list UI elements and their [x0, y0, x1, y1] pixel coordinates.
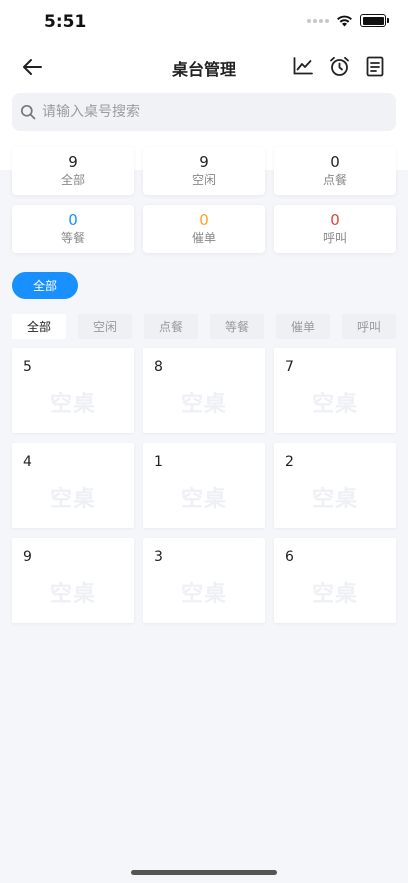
- table-status: 空桌: [311, 582, 358, 607]
- status-bar: 5:51: [0, 0, 408, 44]
- stat-label: 空闲: [191, 173, 216, 187]
- search-box[interactable]: [12, 93, 396, 131]
- table-card[interactable]: 3 空桌: [143, 538, 265, 623]
- table-card[interactable]: 1 空桌: [143, 443, 265, 528]
- stat-label: 全部: [60, 173, 85, 187]
- table-number: 1: [154, 454, 163, 470]
- table-card[interactable]: 4 空桌: [12, 443, 134, 528]
- table-status: 空桌: [311, 487, 358, 512]
- status-tabs: 全部 空闲 点餐 等餐 催单 呼叫: [12, 314, 396, 339]
- wifi-icon: [337, 15, 352, 27]
- stat-card-all[interactable]: 9 全部: [12, 147, 134, 195]
- stat-card-call[interactable]: 0 呼叫: [274, 205, 396, 253]
- stat-count: 0: [68, 211, 78, 229]
- table-status: 空桌: [311, 392, 358, 417]
- stat-label: 催单: [191, 231, 216, 245]
- stat-card-ordering[interactable]: 0 点餐: [274, 147, 396, 195]
- document-list-icon: [366, 56, 384, 76]
- table-status: 空桌: [49, 487, 96, 512]
- table-card[interactable]: 6 空桌: [274, 538, 396, 623]
- table-status: 空桌: [49, 582, 96, 607]
- area-filter-all[interactable]: 全部: [12, 272, 78, 299]
- stat-count: 9: [199, 153, 209, 171]
- table-card[interactable]: 2 空桌: [274, 443, 396, 528]
- stat-label: 点餐: [322, 173, 347, 187]
- stat-label: 等餐: [60, 231, 85, 245]
- signal-icon: [307, 18, 329, 23]
- alarm-button[interactable]: [328, 54, 350, 78]
- stat-count: 0: [330, 153, 340, 171]
- tables-grid: 5 空桌 8 空桌 7 空桌 4 空桌 1 空桌 2 空桌 9 空桌 3 空桌 …: [12, 348, 396, 623]
- tab-ordering[interactable]: 点餐: [144, 314, 198, 339]
- tab-rush[interactable]: 催单: [276, 314, 330, 339]
- nav-bar: 桌台管理: [0, 44, 408, 90]
- table-status: 空桌: [180, 582, 227, 607]
- table-number: 2: [285, 454, 294, 470]
- statistics-button[interactable]: [292, 54, 314, 78]
- status-icons: [307, 14, 389, 27]
- arrow-left-icon: [23, 59, 42, 75]
- search-input[interactable]: [42, 104, 362, 120]
- table-status: 空桌: [49, 392, 96, 417]
- search-icon: [20, 104, 36, 120]
- stat-card-idle[interactable]: 9 空闲: [143, 147, 265, 195]
- table-number: 9: [23, 549, 32, 565]
- table-number: 3: [154, 549, 163, 565]
- table-number: 7: [285, 359, 294, 375]
- table-card[interactable]: 7 空桌: [274, 348, 396, 433]
- tab-all[interactable]: 全部: [12, 314, 66, 339]
- stat-count: 0: [199, 211, 209, 229]
- nav-actions: [292, 54, 386, 78]
- stat-card-waiting[interactable]: 0 等餐: [12, 205, 134, 253]
- table-number: 6: [285, 549, 294, 565]
- battery-icon: [360, 14, 389, 27]
- back-button[interactable]: [18, 54, 46, 80]
- tab-waiting[interactable]: 等餐: [210, 314, 264, 339]
- table-card[interactable]: 9 空桌: [12, 538, 134, 623]
- table-number: 4: [23, 454, 32, 470]
- stat-card-rush[interactable]: 0 催单: [143, 205, 265, 253]
- table-number: 8: [154, 359, 163, 375]
- table-card[interactable]: 8 空桌: [143, 348, 265, 433]
- orders-button[interactable]: [364, 54, 386, 78]
- tab-idle[interactable]: 空闲: [78, 314, 132, 339]
- table-status: 空桌: [180, 392, 227, 417]
- stat-label: 呼叫: [322, 231, 347, 245]
- alarm-clock-icon: [329, 56, 349, 76]
- status-time: 5:51: [44, 12, 87, 32]
- tab-call[interactable]: 呼叫: [342, 314, 396, 339]
- table-status: 空桌: [180, 487, 227, 512]
- stat-count: 9: [68, 153, 78, 171]
- stats-grid: 9 全部 9 空闲 0 点餐 0 等餐 0 催单 0 呼叫: [12, 147, 396, 253]
- table-card[interactable]: 5 空桌: [12, 348, 134, 433]
- table-number: 5: [23, 359, 32, 375]
- home-indicator[interactable]: [131, 870, 277, 875]
- stat-count: 0: [330, 211, 340, 229]
- line-chart-icon: [293, 57, 313, 75]
